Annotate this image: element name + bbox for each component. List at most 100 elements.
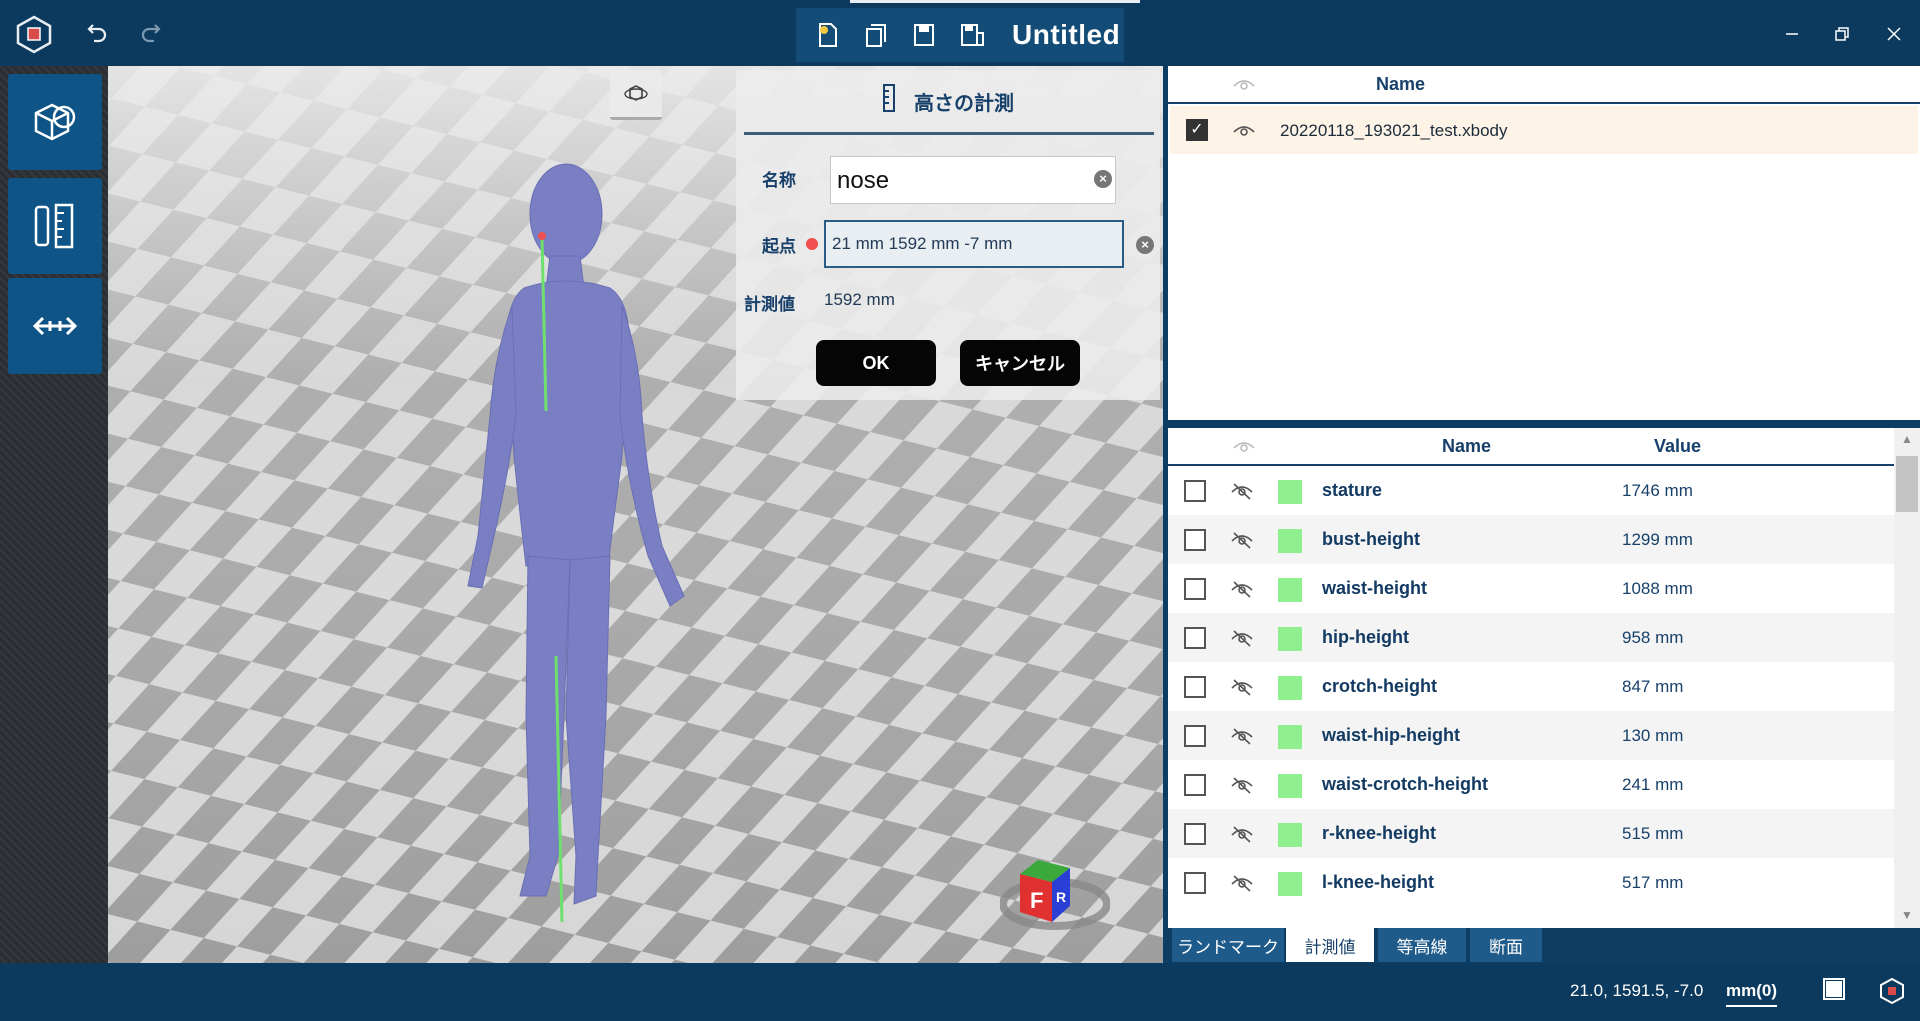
table-row[interactable]: bust-height 1299 mm <box>1168 515 1894 564</box>
row-checkbox[interactable] <box>1184 872 1206 894</box>
row-checkbox[interactable] <box>1184 578 1206 600</box>
orbit-icon <box>624 84 648 101</box>
eye-hidden-icon[interactable] <box>1230 825 1254 848</box>
orbit-view-button[interactable] <box>610 70 662 120</box>
eye-hidden-icon[interactable] <box>1230 727 1254 750</box>
color-swatch[interactable] <box>1278 578 1302 602</box>
color-swatch[interactable] <box>1278 774 1302 798</box>
start-point-dot-icon <box>806 238 818 250</box>
table-row[interactable]: hip-height 958 mm <box>1168 613 1894 662</box>
measurement-name: crotch-height <box>1322 676 1437 696</box>
vertical-scrollbar[interactable]: ▲ ▼ <box>1894 428 1920 928</box>
measurement-value: 1746 mm <box>1622 481 1693 500</box>
row-checkbox[interactable] <box>1184 480 1206 502</box>
color-swatch[interactable] <box>1278 823 1302 847</box>
new-file-icon[interactable] <box>804 11 852 59</box>
name-label: 名称 <box>762 171 796 190</box>
measurement-name: hip-height <box>1322 627 1409 647</box>
color-swatch[interactable] <box>1278 480 1302 504</box>
row-checkbox[interactable] <box>1184 529 1206 551</box>
units-selector[interactable]: mm(0) <box>1726 981 1778 1007</box>
table-row[interactable]: l-knee-height 517 mm <box>1168 858 1894 907</box>
measurement-value: 517 mm <box>1622 873 1684 892</box>
dialog-separator <box>744 132 1154 135</box>
color-swatch[interactable] <box>1278 725 1302 749</box>
open-file-icon[interactable] <box>852 11 900 59</box>
measurements-name-header[interactable]: Name <box>1442 436 1491 457</box>
table-row[interactable]: waist-crotch-height 241 mm <box>1168 760 1894 809</box>
redo-icon[interactable] <box>128 12 172 56</box>
close-icon[interactable] <box>1874 14 1914 54</box>
scroll-down-icon[interactable]: ▼ <box>1901 908 1913 922</box>
landmark-tool-button[interactable] <box>8 74 102 170</box>
clear-start-point-icon[interactable]: × <box>1136 236 1154 254</box>
row-checkbox[interactable] <box>1184 627 1206 649</box>
row-checkbox[interactable] <box>1184 774 1206 796</box>
row-checkbox[interactable] <box>1184 676 1206 698</box>
panel-toggle-icon[interactable] <box>1822 977 1846 1006</box>
row-checkbox[interactable] <box>1184 823 1206 845</box>
tab-measurements[interactable]: 計測値 <box>1286 928 1374 962</box>
row-checkbox[interactable] <box>1184 725 1206 747</box>
eye-hidden-icon[interactable] <box>1230 629 1254 652</box>
undo-icon[interactable] <box>76 12 120 56</box>
distance-tool-button[interactable] <box>8 278 102 374</box>
eye-hidden-icon[interactable] <box>1230 874 1254 897</box>
eye-hidden-icon[interactable] <box>1230 580 1254 603</box>
table-row[interactable]: waist-height 1088 mm <box>1168 564 1894 613</box>
clear-name-icon[interactable]: × <box>1094 170 1112 188</box>
measurements-value-header[interactable]: Value <box>1654 436 1701 457</box>
scroll-thumb[interactable] <box>1896 456 1918 512</box>
color-swatch[interactable] <box>1278 529 1302 553</box>
view-cube-front-label: F <box>1030 888 1043 913</box>
cancel-button[interactable]: キャンセル <box>960 340 1080 386</box>
restore-icon[interactable] <box>1822 14 1862 54</box>
measurement-value: 130 mm <box>1622 726 1684 745</box>
view-cube-right-label: R <box>1056 889 1066 905</box>
eye-hidden-icon[interactable] <box>1230 776 1254 799</box>
measurement-name: waist-height <box>1322 578 1428 598</box>
visibility-header-icon[interactable] <box>1232 438 1256 459</box>
eye-hidden-icon[interactable] <box>1230 482 1254 505</box>
body-model[interactable] <box>438 156 698 926</box>
color-swatch[interactable] <box>1278 872 1302 896</box>
color-swatch[interactable] <box>1278 627 1302 651</box>
files-name-header[interactable]: Name <box>1376 74 1425 95</box>
color-swatch[interactable] <box>1278 676 1302 700</box>
file-checkbox[interactable]: ✓ <box>1186 119 1208 141</box>
panel-divider[interactable] <box>1168 420 1920 428</box>
document-title: Untitled <box>1012 19 1121 50</box>
visibility-header-icon[interactable] <box>1232 76 1256 97</box>
tab-landmark[interactable]: ランドマーク <box>1172 928 1284 962</box>
measurements-panel: Name Value stature 1746 mm bust-height 1… <box>1168 428 1920 928</box>
table-row[interactable]: stature 1746 mm <box>1168 466 1894 515</box>
start-point-label: 起点 <box>762 237 796 256</box>
table-row[interactable]: r-knee-height 515 mm <box>1168 809 1894 858</box>
file-row[interactable]: ✓ 20220118_193021_test.xbody <box>1170 106 1918 154</box>
app-logo-icon[interactable] <box>12 12 56 56</box>
save-as-icon[interactable] <box>948 11 996 59</box>
table-row[interactable]: waist-hip-height 130 mm <box>1168 711 1894 760</box>
table-row[interactable]: crotch-height 847 mm <box>1168 662 1894 711</box>
measurement-name: waist-hip-height <box>1322 725 1460 745</box>
left-toolbar <box>0 66 108 963</box>
document-toolbar: Untitled <box>796 8 1124 62</box>
measure-tool-button[interactable] <box>8 178 102 274</box>
save-icon[interactable] <box>900 11 948 59</box>
view-cube[interactable]: F R <box>999 842 1111 932</box>
name-input[interactable]: nose <box>830 156 1116 204</box>
measurement-name: r-knee-height <box>1322 823 1437 843</box>
title-bar: Untitled <box>0 0 1920 66</box>
ruler-icon <box>882 84 896 118</box>
minimize-icon[interactable] <box>1772 14 1812 54</box>
tab-contour[interactable]: 等高線 <box>1378 928 1466 962</box>
scroll-up-icon[interactable]: ▲ <box>1901 432 1913 446</box>
eye-hidden-icon[interactable] <box>1230 678 1254 701</box>
measurement-value: 847 mm <box>1622 677 1684 696</box>
app-status-icon[interactable] <box>1878 977 1906 1010</box>
eye-hidden-icon[interactable] <box>1230 531 1254 554</box>
tab-cross-section[interactable]: 断面 <box>1470 928 1542 962</box>
eye-icon[interactable] <box>1232 122 1256 143</box>
start-point-field[interactable]: 21 mm 1592 mm -7 mm <box>824 220 1124 268</box>
ok-button[interactable]: OK <box>816 340 936 386</box>
